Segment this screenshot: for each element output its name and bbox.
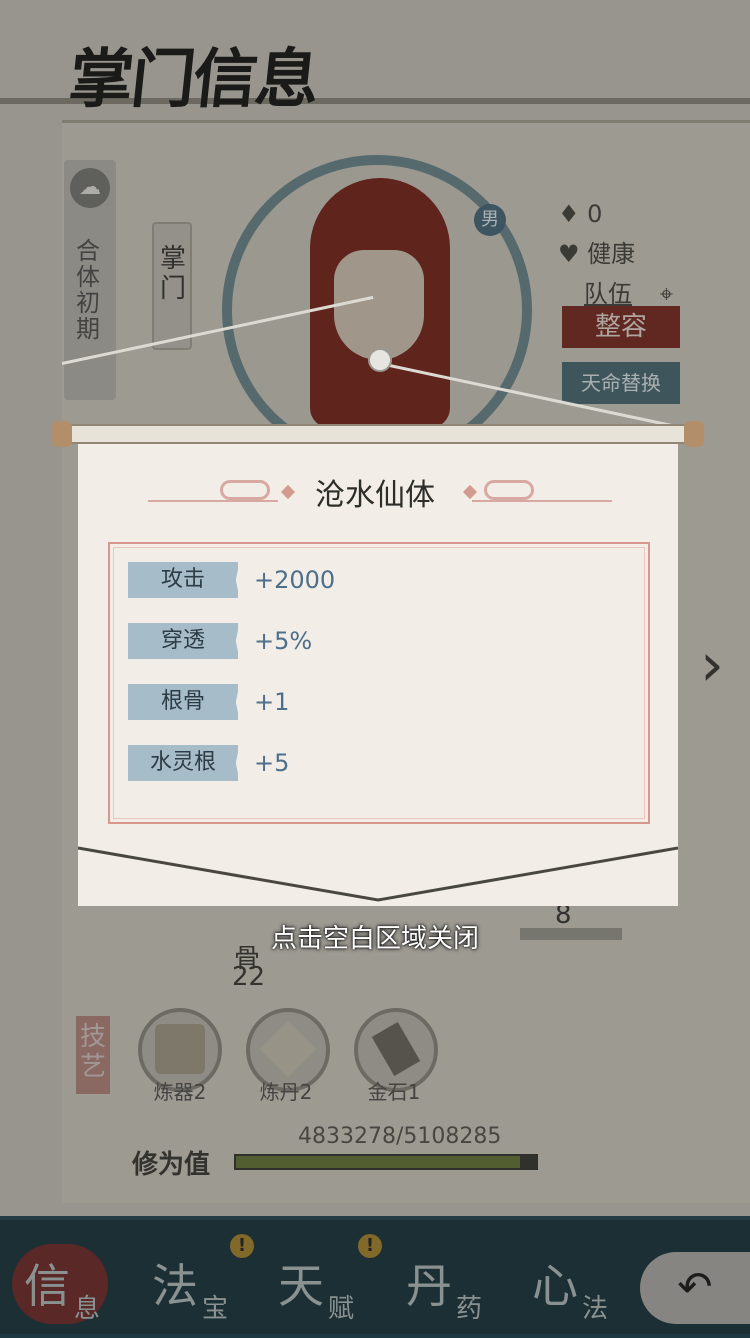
attr-label-water-root: 水灵根	[128, 745, 238, 781]
scroll-rod	[52, 424, 704, 444]
attr-value-attack: +2000	[254, 566, 336, 594]
scroll-rod-cap-left	[52, 421, 72, 447]
scroll-rod-cap-right	[684, 421, 704, 447]
scroll-paper-tip	[78, 838, 678, 902]
attr-label-attack: 攻击	[128, 562, 238, 598]
close-hint: 点击空白区域关闭	[270, 924, 479, 954]
modal-title: 沧水仙体	[315, 478, 435, 513]
attr-label-penetration: 穿透	[128, 623, 238, 659]
attr-label-root-bone: 根骨	[128, 684, 238, 720]
attr-value-penetration: +5%	[254, 627, 313, 655]
nail-icon	[368, 348, 392, 372]
attr-value-root-bone: +1	[254, 688, 290, 716]
attr-value-water-root: +5	[254, 749, 290, 777]
